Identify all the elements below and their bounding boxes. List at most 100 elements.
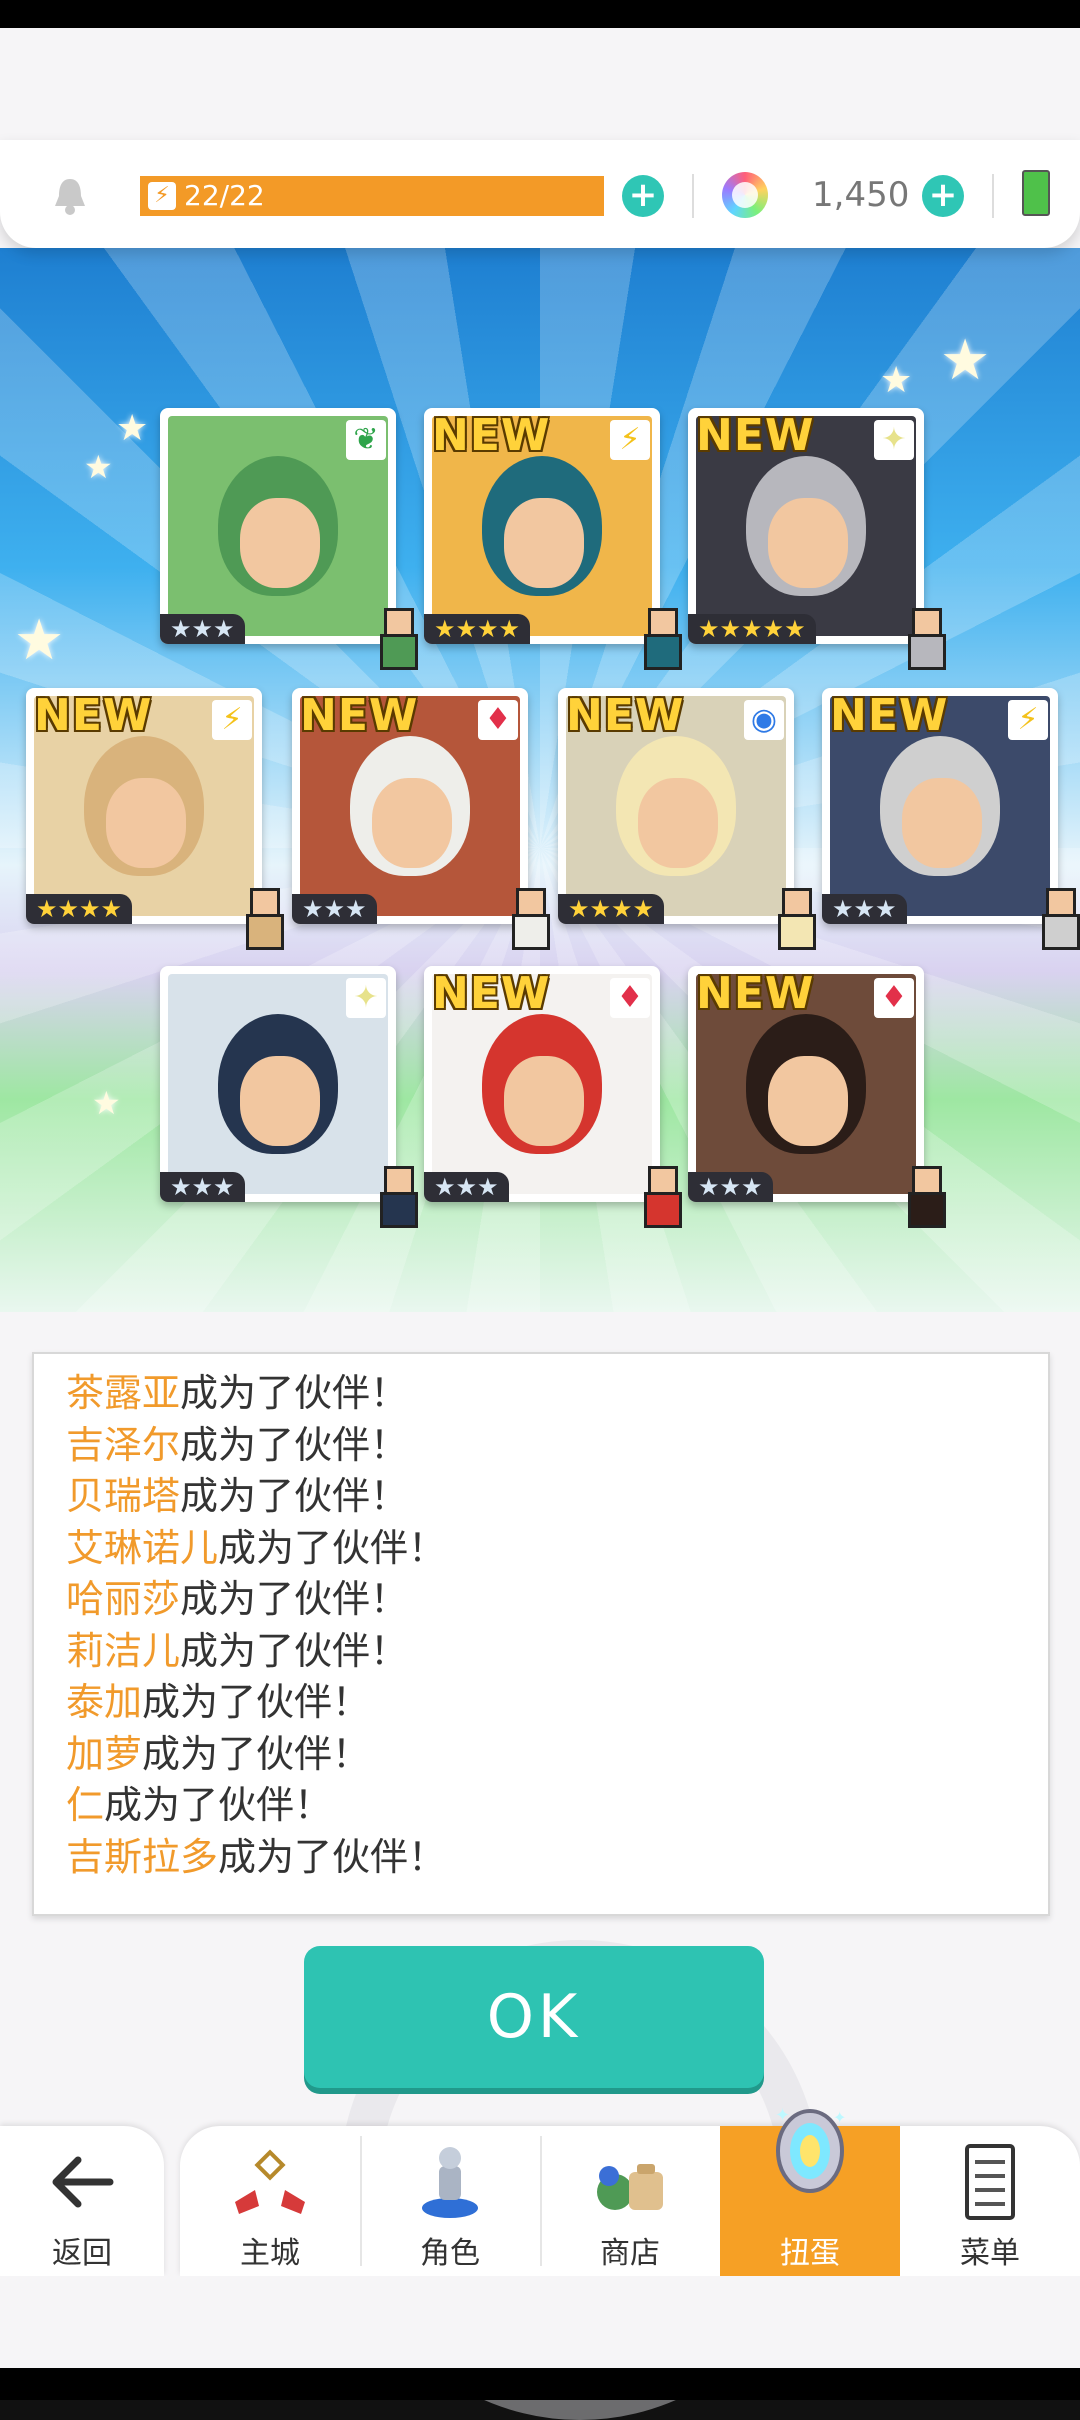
sparkle-star-icon: ★ bbox=[84, 448, 113, 486]
pixel-sprite bbox=[766, 884, 822, 950]
message-line: 吉泽尔成为了伙伴！ bbox=[34, 1420, 1048, 1472]
character-card[interactable]: NEW ⚡ ★★★★ bbox=[26, 688, 284, 950]
message-suffix: 成为了伙伴！ bbox=[180, 1371, 409, 1415]
result-message-box[interactable]: 茶露亚成为了伙伴！ 吉泽尔成为了伙伴！ 贝瑞塔成为了伙伴！ 艾琳诺儿成为了伙伴！ 哈丽莎… bbox=[32, 1352, 1050, 1916]
new-badge: NEW bbox=[432, 968, 551, 1019]
message-suffix: 成为了伙伴！ bbox=[218, 1834, 447, 1879]
character-card[interactable]: NEW ◉ ★★★★ bbox=[558, 688, 816, 950]
rarity-stars: ★★★★★ bbox=[688, 614, 816, 644]
bottom-navigation: 返回 主城 角色 商店 ✦ ✦ 扭蛋 菜单 bbox=[0, 2105, 1080, 2276]
nav-item-gacha[interactable]: ✦ ✦ 扭蛋 bbox=[720, 2105, 900, 2276]
character-name: 茶露亚 bbox=[66, 1371, 181, 1415]
character-card[interactable]: NEW ⚡ ★★★★ bbox=[424, 408, 682, 670]
gem-count: 1,450 bbox=[812, 175, 910, 215]
bell-icon[interactable] bbox=[52, 176, 88, 216]
nav-label: 菜单 bbox=[960, 2236, 1020, 2271]
character-name: 哈丽莎 bbox=[66, 1577, 181, 1621]
pixel-sprite bbox=[368, 604, 424, 670]
fire-element-icon: ♦ bbox=[874, 978, 914, 1018]
nav-tab-group: 主城 角色 商店 ✦ ✦ 扭蛋 菜单 bbox=[180, 2105, 1080, 2276]
message-suffix: 成为了伙伴！ bbox=[142, 1731, 371, 1776]
svg-text:✦: ✦ bbox=[833, 2108, 846, 2127]
lightning-element-icon: ⚡ bbox=[1008, 700, 1048, 740]
character-card[interactable]: NEW ⚡ ★★★ bbox=[822, 688, 1080, 950]
back-label: 返回 bbox=[52, 2236, 112, 2271]
character-name: 加萝 bbox=[66, 1731, 143, 1776]
nav-item-shop[interactable]: 商店 bbox=[540, 2126, 720, 2276]
message-line: 茶露亚成为了伙伴！ bbox=[34, 1368, 1048, 1420]
message-suffix: 成为了伙伴！ bbox=[180, 1628, 409, 1673]
message-line: 莉洁儿成为了伙伴！ bbox=[34, 1626, 1048, 1678]
pixel-sprite bbox=[632, 1162, 688, 1228]
battery-icon bbox=[1022, 170, 1050, 216]
shop-bag-icon bbox=[597, 2164, 663, 2210]
add-stamina-button[interactable]: + bbox=[622, 175, 664, 217]
character-name: 艾琳诺儿 bbox=[66, 1525, 219, 1570]
rarity-stars: ★★★★ bbox=[558, 894, 665, 924]
character-name: 贝瑞塔 bbox=[66, 1474, 181, 1518]
rarity-stars: ★★★★ bbox=[26, 894, 133, 924]
nav-label: 角色 bbox=[420, 2236, 480, 2271]
status-bar bbox=[0, 0, 1080, 28]
bottom-strip bbox=[0, 2276, 1080, 2368]
character-card[interactable]: NEW ♦ ★★★ bbox=[424, 966, 682, 1228]
lightning-element-icon: ⚡ bbox=[212, 700, 252, 740]
back-button[interactable]: 返回 bbox=[0, 2126, 164, 2276]
pixel-sprite bbox=[1030, 884, 1080, 950]
pixel-sprite bbox=[500, 884, 556, 950]
divider bbox=[692, 174, 694, 218]
fire-element-icon: ♦ bbox=[610, 978, 650, 1018]
system-nav-bar bbox=[0, 2368, 1080, 2400]
nav-label: 扭蛋 bbox=[780, 2236, 840, 2271]
character-card[interactable]: ✦ ★★★ bbox=[160, 966, 418, 1228]
sparkle-star-icon: ★ bbox=[92, 1084, 121, 1122]
character-card[interactable]: NEW ✦ ★★★★★ bbox=[688, 408, 946, 670]
character-card[interactable]: ❦ ★★★ bbox=[160, 408, 418, 670]
character-name: 吉泽尔 bbox=[66, 1422, 181, 1467]
divider bbox=[992, 174, 994, 218]
new-badge: NEW bbox=[696, 968, 815, 1019]
nav-item-menu[interactable]: 菜单 bbox=[900, 2126, 1080, 2276]
new-badge: NEW bbox=[300, 690, 419, 741]
message-line: 吉斯拉多成为了伙伴！ bbox=[34, 1832, 1048, 1884]
message-line: 艾琳诺儿成为了伙伴！ bbox=[34, 1523, 1048, 1575]
nav-label: 商店 bbox=[600, 2236, 660, 2271]
message-suffix: 成为了伙伴！ bbox=[104, 1783, 333, 1827]
stamina-value: 22/22 bbox=[184, 179, 265, 212]
pixel-sprite bbox=[896, 1162, 952, 1228]
rarity-stars: ★★★★ bbox=[424, 614, 531, 644]
nav-item-town[interactable]: 主城 bbox=[180, 2126, 360, 2276]
sparkle-star-icon: ★ bbox=[880, 360, 913, 401]
nav-item-characters[interactable]: 角色 bbox=[360, 2126, 540, 2276]
lightning-icon: ⚡ bbox=[148, 182, 176, 210]
town-icon bbox=[235, 2149, 305, 2214]
message-line: 泰加成为了伙伴！ bbox=[34, 1677, 1048, 1729]
character-name: 莉洁儿 bbox=[66, 1628, 181, 1673]
gacha-crystal-icon: ✦ ✦ bbox=[775, 2105, 846, 2193]
nav-label: 主城 bbox=[240, 2236, 300, 2271]
message-suffix: 成为了伙伴！ bbox=[180, 1422, 409, 1467]
leaf-element-icon: ❦ bbox=[346, 420, 386, 460]
new-badge: NEW bbox=[432, 410, 551, 461]
light-element-icon: ✦ bbox=[346, 978, 386, 1018]
stamina-bar: ⚡ 22/22 bbox=[140, 176, 604, 216]
character-card[interactable]: NEW ♦ ★★★ bbox=[292, 688, 550, 950]
message-suffix: 成为了伙伴！ bbox=[180, 1577, 409, 1621]
character-statue-icon bbox=[422, 2147, 478, 2218]
message-line: 贝瑞塔成为了伙伴！ bbox=[34, 1471, 1048, 1523]
gacha-result-scene: ★ ★ ★ ★ ★ ★ ❦ ★★★ NEW ⚡ ★★★★ NEW ✦ ★★★★★ NEW ⚡ ★★★… bbox=[0, 248, 1080, 1312]
pixel-sprite bbox=[896, 604, 952, 670]
ok-button[interactable]: OK bbox=[304, 1946, 764, 2088]
rarity-stars: ★★★ bbox=[160, 614, 245, 644]
message-suffix: 成为了伙伴！ bbox=[218, 1525, 447, 1570]
pixel-sprite bbox=[632, 604, 688, 670]
new-badge: NEW bbox=[830, 690, 949, 741]
lightning-element-icon: ⚡ bbox=[610, 420, 650, 460]
svg-text:✦: ✦ bbox=[775, 2105, 790, 2126]
add-gems-button[interactable]: + bbox=[922, 175, 964, 217]
rarity-stars: ★★★ bbox=[424, 1172, 509, 1202]
water-element-icon: ◉ bbox=[744, 700, 784, 740]
message-suffix: 成为了伙伴！ bbox=[142, 1680, 371, 1724]
character-card[interactable]: NEW ♦ ★★★ bbox=[688, 966, 946, 1228]
light-element-icon: ✦ bbox=[874, 420, 914, 460]
